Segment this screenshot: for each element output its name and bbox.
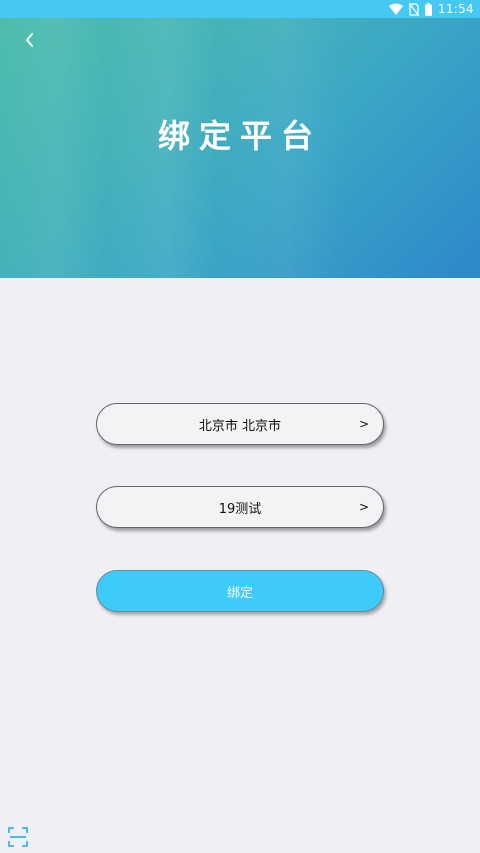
city-select[interactable]: 北京市 北京市 > [96, 403, 384, 445]
page-title: 绑定平台 [157, 117, 322, 155]
no-sim-icon [408, 2, 419, 16]
wifi-icon [388, 3, 403, 15]
bind-button-label: 绑定 [226, 585, 253, 601]
status-time: 11:54 [437, 2, 474, 16]
platform-select-value: 19测试 [218, 501, 262, 517]
status-icons: 11:54 [388, 0, 474, 18]
bind-button[interactable]: 绑定 [96, 570, 384, 612]
header-banner: 绑定平台 [0, 18, 480, 278]
scan-icon [8, 827, 28, 847]
platform-select[interactable]: 19测试 > [96, 486, 384, 528]
battery-icon [424, 2, 432, 16]
city-select-value: 北京市 北京市 [198, 418, 282, 434]
chevron-left-icon [26, 33, 33, 47]
status-bar: 11:54 [0, 0, 480, 18]
city-select-arrow-icon: > [358, 417, 369, 431]
back-button[interactable] [18, 28, 42, 52]
platform-select-arrow-icon: > [358, 500, 369, 514]
scan-button[interactable] [7, 826, 29, 848]
